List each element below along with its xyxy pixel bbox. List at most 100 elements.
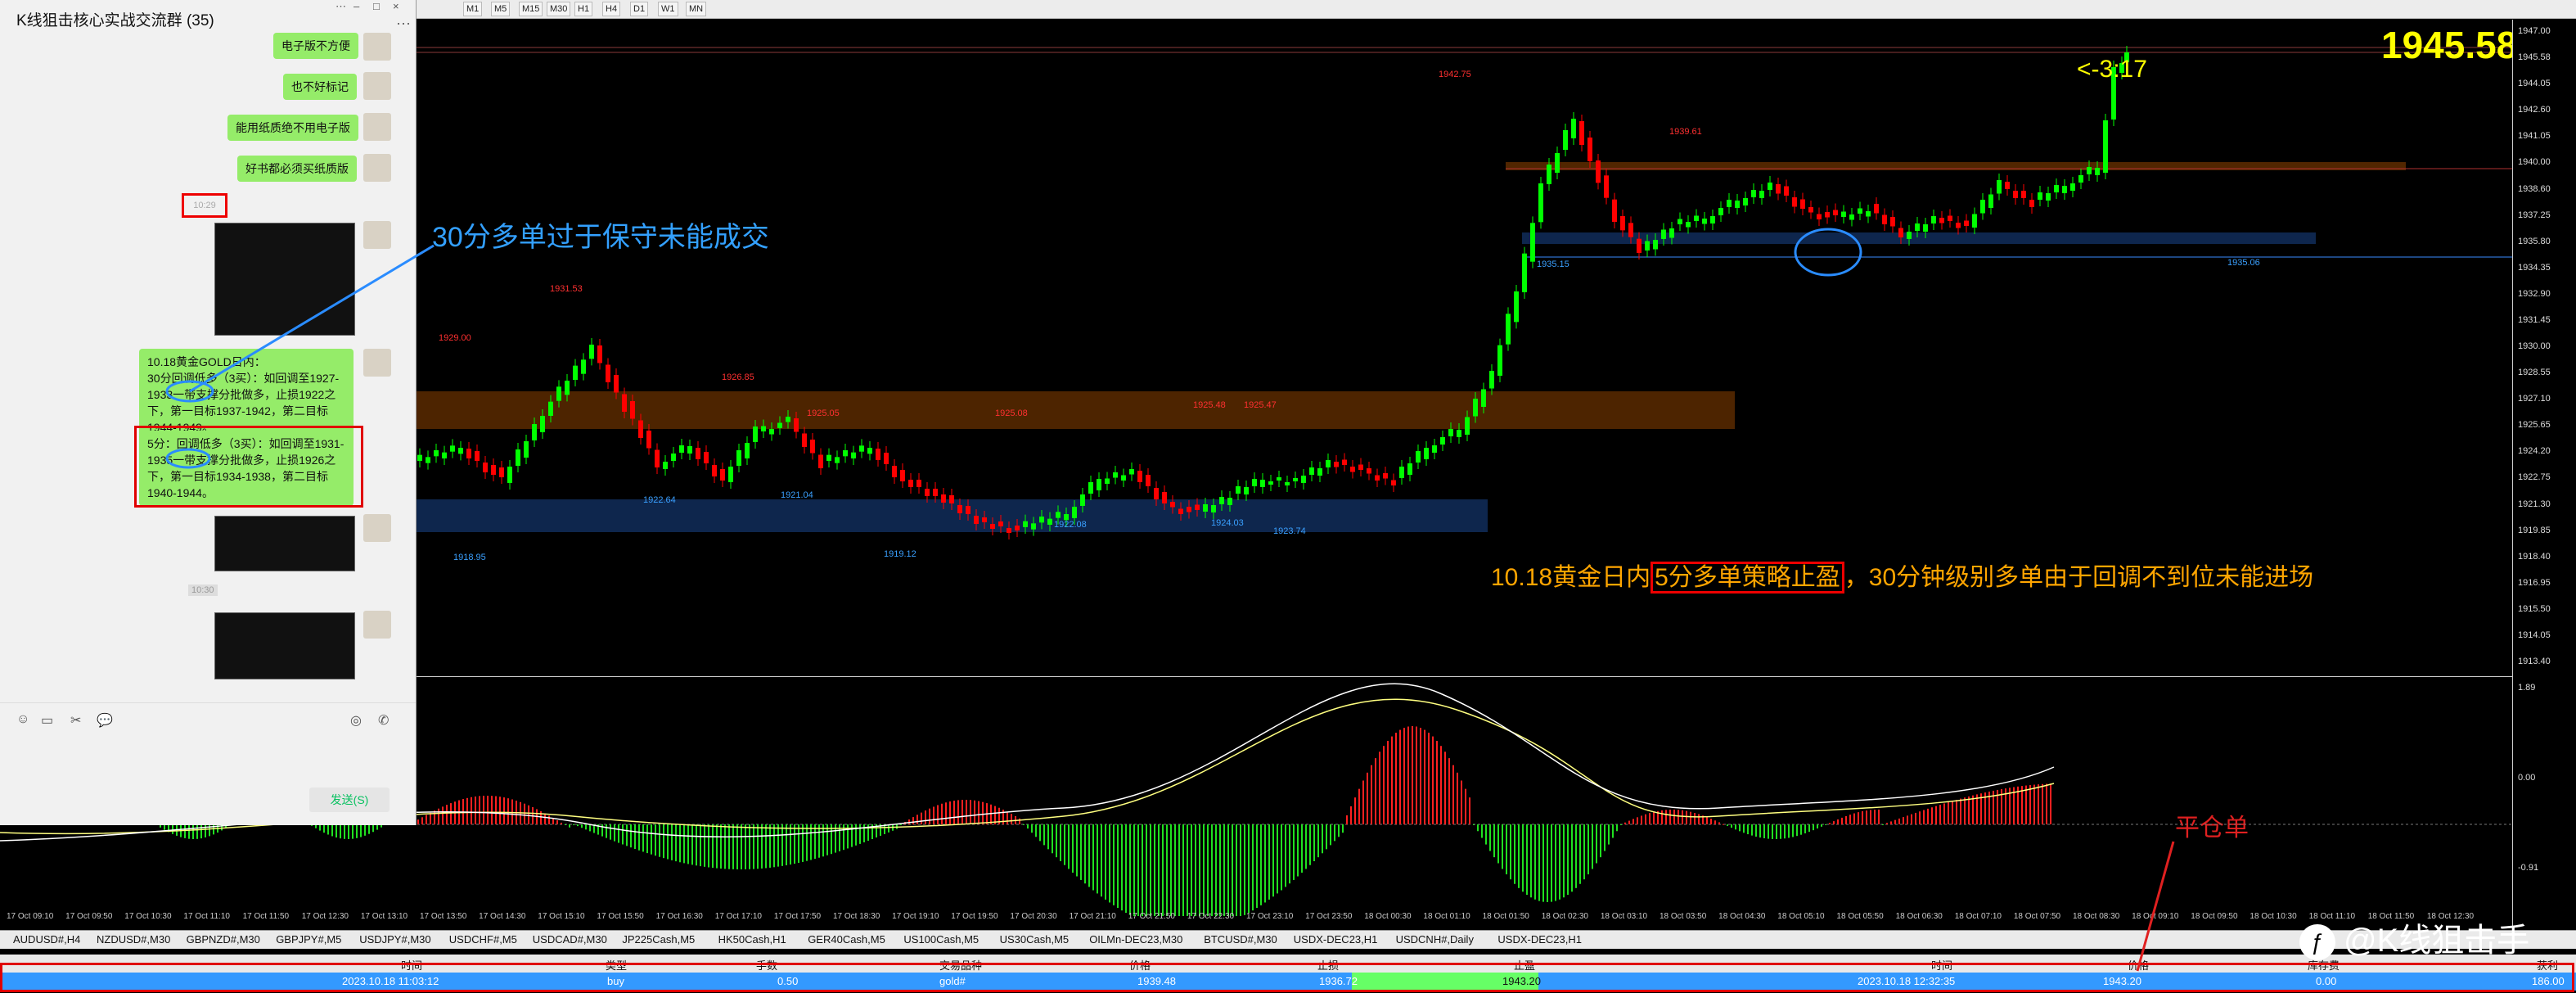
macd-bar [1080, 824, 1082, 880]
symbol-tab[interactable]: BTCUSD#,M30 [1204, 933, 1277, 946]
macd-bar [1948, 801, 1949, 824]
time-tick: 17 Oct 15:10 [538, 912, 585, 921]
price-label: 1935.15 [1537, 260, 1569, 269]
symbol-tab[interactable]: NZDUSD#,M30 [97, 933, 170, 946]
screenshot-icon[interactable]: ✂ [70, 712, 81, 729]
avatar[interactable] [363, 154, 391, 182]
symbol-tab[interactable]: USDCAD#,M30 [533, 933, 607, 946]
macd-bar [491, 796, 493, 824]
candle [589, 345, 594, 359]
chart-screenshot-thumbnail[interactable] [214, 516, 355, 571]
price-tick: 1919.85 [2518, 525, 2551, 535]
symbol-tab[interactable]: USDJPY#,M30 [359, 933, 430, 946]
macd-bar [1031, 824, 1033, 833]
macd-bar [1027, 824, 1029, 829]
candle [2095, 168, 2100, 175]
chat-more-button[interactable]: ··· [396, 15, 411, 32]
folder-icon[interactable]: ▭ [41, 712, 53, 729]
timeframe-m1[interactable]: M1 [463, 2, 483, 16]
macd-bar [1898, 818, 1900, 824]
symbol-tab[interactable]: USDCHF#,M5 [449, 933, 517, 946]
candle [597, 345, 602, 363]
minimize-icon[interactable]: – [354, 0, 359, 12]
symbol-tab[interactable]: AUDUSD#,H4 [13, 933, 80, 946]
timeframe-m5[interactable]: M5 [491, 2, 511, 16]
macd-bar [1039, 824, 1041, 842]
macd-bar [1522, 824, 1524, 892]
live-icon[interactable]: ◎ [350, 712, 362, 729]
macd-bar [745, 824, 746, 869]
symbol-tab[interactable]: USDCNH#,Daily [1396, 933, 1474, 946]
macd-bar [1641, 815, 1642, 824]
symbol-tab[interactable]: GBPNZD#,M30 [187, 933, 260, 946]
chart-screenshot-thumbnail[interactable] [214, 223, 355, 336]
macd-bar [1829, 823, 1831, 824]
candle [1497, 345, 1502, 376]
macd-bar [1330, 824, 1331, 846]
time-tick: 17 Oct 21:10 [1069, 912, 1116, 921]
maximize-icon[interactable]: □ [373, 0, 380, 12]
timeframe-mn[interactable]: MN [686, 2, 707, 16]
avatar[interactable] [363, 221, 391, 249]
chat-title: K线狙击核心实战交流群 (35) [16, 12, 214, 29]
symbol-tab[interactable]: USDX-DEC23,H1 [1294, 933, 1378, 946]
symbol-tab[interactable]: OILMn-DEC23,M30 [1089, 933, 1182, 946]
timeframe-m15[interactable]: M15 [519, 2, 543, 16]
avatar[interactable] [363, 611, 391, 639]
macd-bar [1538, 824, 1540, 901]
symbol-tab[interactable]: JP225Cash,M5 [622, 933, 695, 946]
macd-bar [736, 824, 738, 869]
candle [1620, 216, 1625, 231]
symbol-tab[interactable]: US100Cash,M5 [903, 933, 979, 946]
avatar[interactable] [363, 72, 391, 100]
macd-bar [356, 824, 358, 838]
candle [761, 426, 766, 431]
candle [990, 524, 995, 529]
price-label: 1922.64 [643, 495, 676, 505]
timeframe-h1[interactable]: H1 [574, 2, 593, 16]
candle [1358, 464, 1363, 470]
emoji-icon[interactable]: ☺ [16, 712, 29, 727]
candle [1792, 197, 1797, 207]
symbol-tab[interactable]: HK50Cash,H1 [718, 933, 786, 946]
macd-bar [1882, 824, 1884, 825]
macd-bar [1534, 824, 1536, 900]
chat-history-icon[interactable]: 💬 [97, 712, 113, 729]
timeframe-d1[interactable]: D1 [630, 2, 649, 16]
symbol-tab[interactable]: GBPJPY#,M5 [276, 933, 341, 946]
avatar[interactable] [363, 33, 391, 61]
macd-bar [1452, 765, 1454, 824]
macd-bar [1146, 824, 1147, 916]
timeframe-m30[interactable]: M30 [547, 2, 571, 16]
avatar[interactable] [363, 113, 391, 141]
macd-bar [503, 797, 505, 824]
macd-bar [1870, 810, 1871, 824]
macd-bar [1821, 824, 1822, 827]
macd-bar [1187, 824, 1188, 916]
candle [1555, 153, 1560, 173]
candle [696, 448, 700, 459]
candle [769, 429, 774, 435]
candle [1710, 216, 1715, 223]
macd-bar [1244, 824, 1245, 915]
price-label: 1925.08 [995, 408, 1028, 418]
symbol-tab[interactable]: GER40Cash,M5 [808, 933, 885, 946]
symbol-tab[interactable]: US30Cash,M5 [1000, 933, 1070, 946]
avatar[interactable] [363, 349, 391, 377]
call-icon[interactable]: ✆ [378, 712, 389, 729]
macd-bar [1375, 758, 1376, 824]
timeframe-w1[interactable]: W1 [658, 2, 678, 16]
symbol-tab[interactable]: USDX-DEC23,H1 [1497, 933, 1582, 946]
avatar[interactable] [363, 514, 391, 542]
timeframe-h4[interactable]: H4 [602, 2, 621, 16]
more-window-icon[interactable]: ⋯ [336, 0, 346, 13]
price-tick: 1921.30 [2518, 499, 2551, 509]
send-button[interactable]: 发送(S) [309, 788, 390, 812]
candle [671, 454, 676, 461]
candle [1776, 184, 1781, 194]
macd-bar [319, 824, 321, 831]
candle [622, 394, 627, 412]
close-icon[interactable]: × [393, 0, 399, 12]
candle [1301, 476, 1306, 483]
chart-screenshot-thumbnail[interactable] [214, 612, 355, 679]
